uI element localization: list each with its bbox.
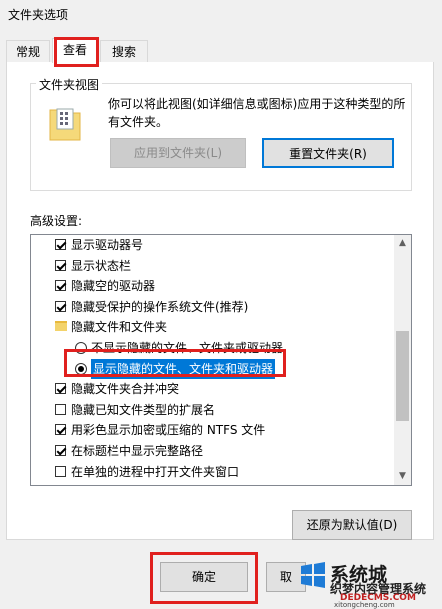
checkbox-icon[interactable] xyxy=(55,259,66,271)
advanced-item-label: 在单独的进程中打开文件夹窗口 xyxy=(71,464,240,479)
checkbox-icon[interactable] xyxy=(55,445,66,456)
tab-search[interactable]: 搜索 xyxy=(100,40,148,62)
scrollbar-thumb[interactable] xyxy=(396,331,409,421)
folder-views-label: 文件夹视图 xyxy=(36,76,103,93)
checkbox-icon[interactable] xyxy=(55,239,66,250)
folder-icon xyxy=(55,321,67,332)
advanced-item-label: 用彩色显示加密或压缩的 NTFS 文件 xyxy=(71,423,266,438)
advanced-item-label: 在标题栏中显示完整路径 xyxy=(71,444,204,458)
advanced-item-label: 隐藏受保护的操作系统文件(推荐) xyxy=(71,299,249,314)
windows-logo-icon xyxy=(301,562,325,588)
watermark: 系统城 织梦内容管理系统 DEDECMS.COM xitongcheng.com xyxy=(298,556,442,609)
scroll-down-icon[interactable]: ▼ xyxy=(394,468,411,485)
advanced-item-label: 隐藏文件和文件夹 xyxy=(71,320,168,335)
highlight-show-hidden xyxy=(64,349,286,377)
advanced-item-label: 隐藏文件夹合并冲突 xyxy=(71,382,180,397)
checkbox-icon[interactable] xyxy=(55,403,66,415)
watermark-line3: xitongcheng.com xyxy=(334,601,395,609)
folder-views-description: 你可以将此视图(如详细信息或图标)应用于这种类型的所有文件夹。 xyxy=(108,97,406,129)
advanced-item-label: 显示状态栏 xyxy=(71,258,132,273)
folder-icon xyxy=(49,108,81,141)
tab-general[interactable]: 常规 xyxy=(6,40,50,62)
advanced-item-label: 隐藏空的驱动器 xyxy=(71,279,156,294)
advanced-settings-label: 高级设置: xyxy=(30,214,83,228)
highlight-view-tab xyxy=(54,37,99,67)
checkbox-icon[interactable] xyxy=(55,383,66,395)
checkbox-icon[interactable] xyxy=(55,424,66,436)
checkbox-icon[interactable] xyxy=(55,300,66,312)
checkbox-icon[interactable] xyxy=(55,280,66,292)
advanced-item-label: 显示驱动器号 xyxy=(71,238,144,252)
list-scrollbar[interactable]: ▲ ▼ xyxy=(394,235,411,485)
restore-defaults-button[interactable]: 还原为默认值(D) xyxy=(292,510,412,540)
advanced-item-label: 隐藏已知文件类型的扩展名 xyxy=(71,402,216,417)
scroll-up-icon[interactable]: ▲ xyxy=(394,235,411,252)
window-title: 文件夹选项 xyxy=(8,8,69,22)
highlight-ok-button xyxy=(150,552,258,604)
checkbox-icon[interactable] xyxy=(55,465,66,477)
reset-folders-button[interactable]: 重置文件夹(R) xyxy=(262,138,394,168)
advanced-item-label: 在列表视图中键入时 xyxy=(71,482,179,485)
apply-to-folders-button[interactable]: 应用到文件夹(L) xyxy=(110,138,246,168)
